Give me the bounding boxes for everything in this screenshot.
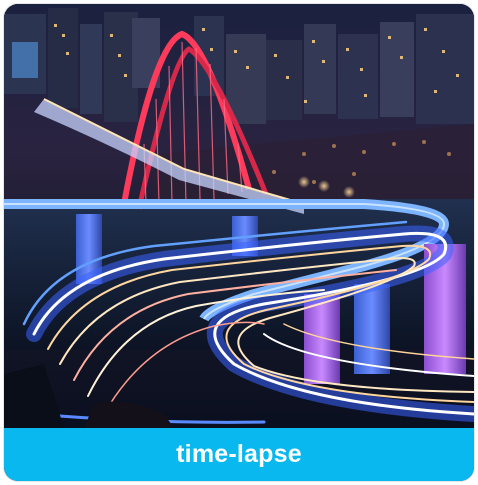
caption-bar: time-lapse: [4, 428, 474, 481]
city-night-photo: [4, 4, 474, 428]
caption-label: time-lapse: [176, 440, 302, 468]
time-lapse-card[interactable]: time-lapse: [4, 4, 474, 481]
